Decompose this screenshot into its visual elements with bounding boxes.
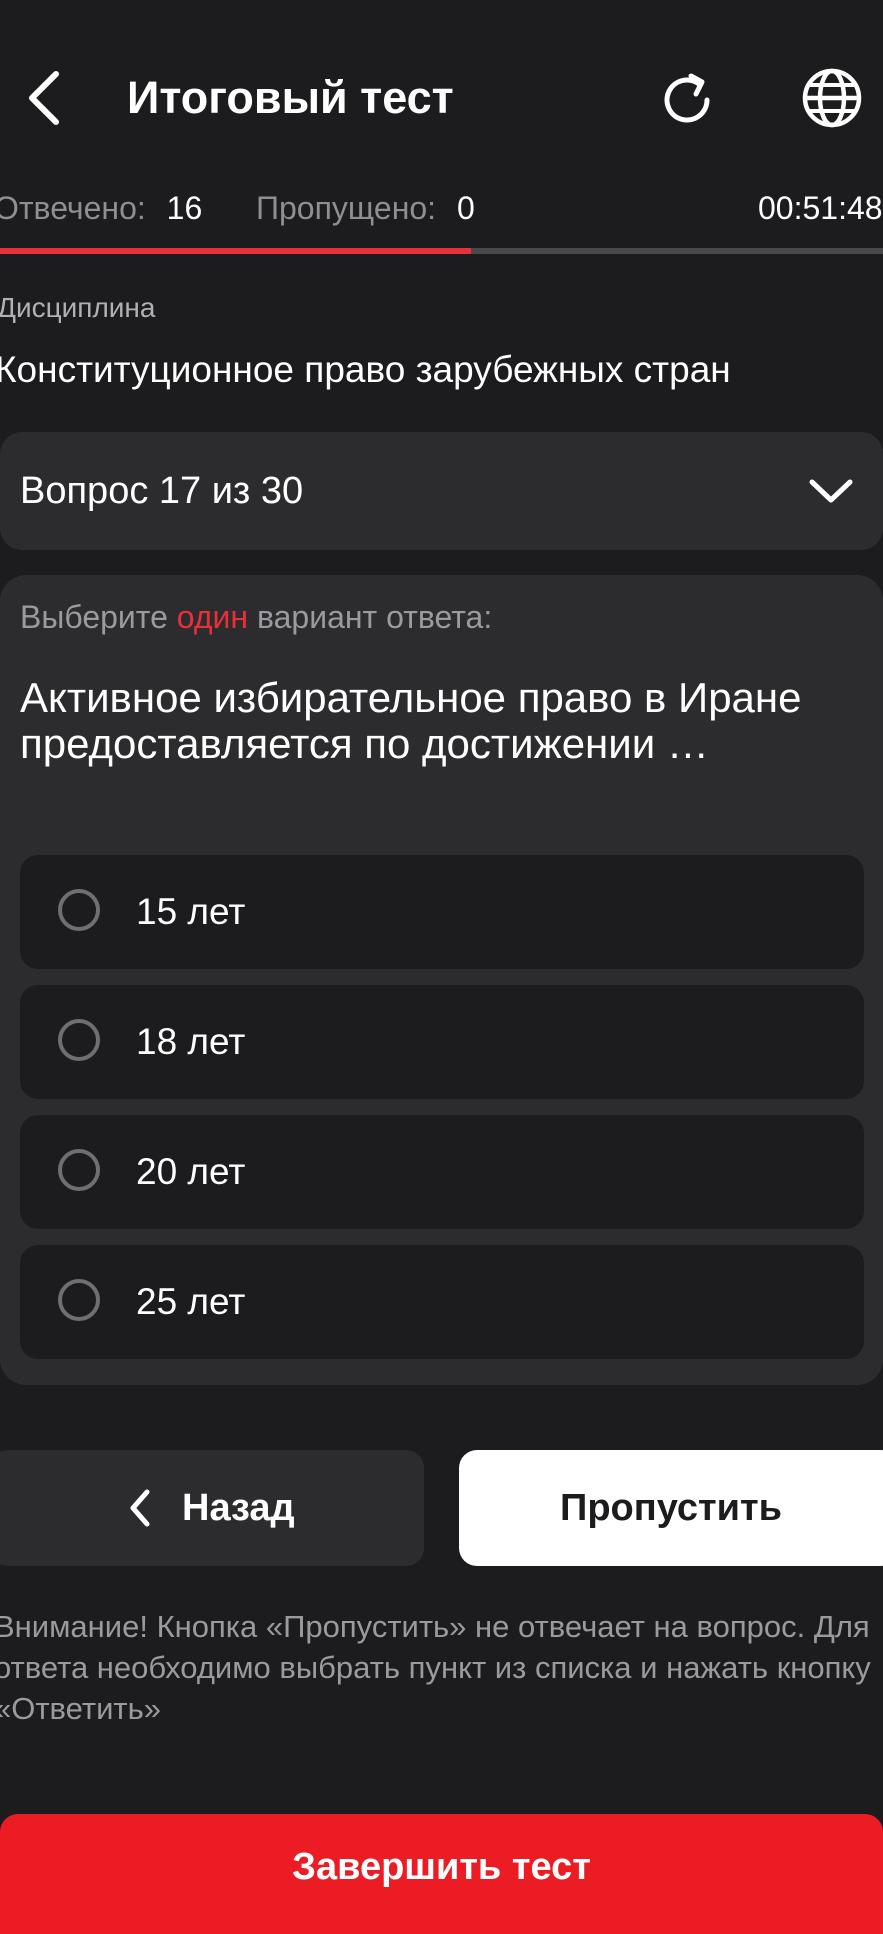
discipline-value: Конституционное право зарубежных стран [0,349,731,390]
finish-test-button[interactable]: Завершить тест [0,1814,883,1934]
chevron-left-icon [125,1488,155,1528]
answer-instruction: Выберите один вариант ответа: [20,597,492,637]
skipped-label: Пропущено: [256,190,437,226]
radio-button[interactable] [58,1149,100,1191]
question-selector[interactable]: Вопрос 17 из 30 [0,432,883,550]
answer-option-label: 18 лет [136,1021,246,1062]
radio-button[interactable] [58,1019,100,1061]
instruction-accent: один [176,599,249,635]
answered-count: Отвечено: 16 [0,186,202,230]
back-button[interactable]: Назад [0,1450,424,1566]
question-text: Активное избирательное право в Иране пре… [20,674,802,767]
answered-label: Отвечено: [0,190,146,226]
instruction-text-before: Выберите [20,599,168,635]
timer: 00:51:48 [758,190,883,226]
answer-option-4[interactable]: 25 лет [20,1245,864,1359]
answer-option-3[interactable]: 20 лет [20,1115,864,1229]
discipline-label: Дисциплина [0,292,156,323]
globe-icon[interactable] [800,66,864,130]
radio-button[interactable] [58,1279,100,1321]
question-card: Выберите один вариант ответа: Активное и… [0,575,883,1385]
instruction-text-after: вариант ответа: [256,599,493,635]
question-number: Вопрос 17 из 30 [20,470,304,512]
answer-option-2[interactable]: 18 лет [20,985,864,1099]
answer-option-1[interactable]: 15 лет [20,855,864,969]
chevron-down-icon [808,468,854,514]
refresh-icon[interactable] [655,68,719,132]
radio-button[interactable] [58,889,100,931]
back-chevron-icon[interactable] [20,66,70,130]
answered-value: 16 [166,190,203,226]
skip-warning: Внимание! Кнопка «Пропустить» не отвечае… [0,1609,871,1726]
back-button-label: Назад [182,1487,295,1529]
skip-button-label: Пропустить [560,1487,782,1529]
skipped-count: Пропущено: 0 [256,186,475,230]
answer-option-label: 20 лет [136,1151,246,1192]
finish-test-label: Завершить тест [292,1846,591,1888]
answer-option-label: 25 лет [136,1281,246,1322]
answer-option-label: 15 лет [136,891,246,932]
progress-fill [0,248,471,254]
progress-bar [0,248,883,254]
skip-button[interactable]: Пропустить [459,1450,883,1566]
skipped-value: 0 [456,190,475,226]
page-title: Итоговый тест [127,72,454,123]
